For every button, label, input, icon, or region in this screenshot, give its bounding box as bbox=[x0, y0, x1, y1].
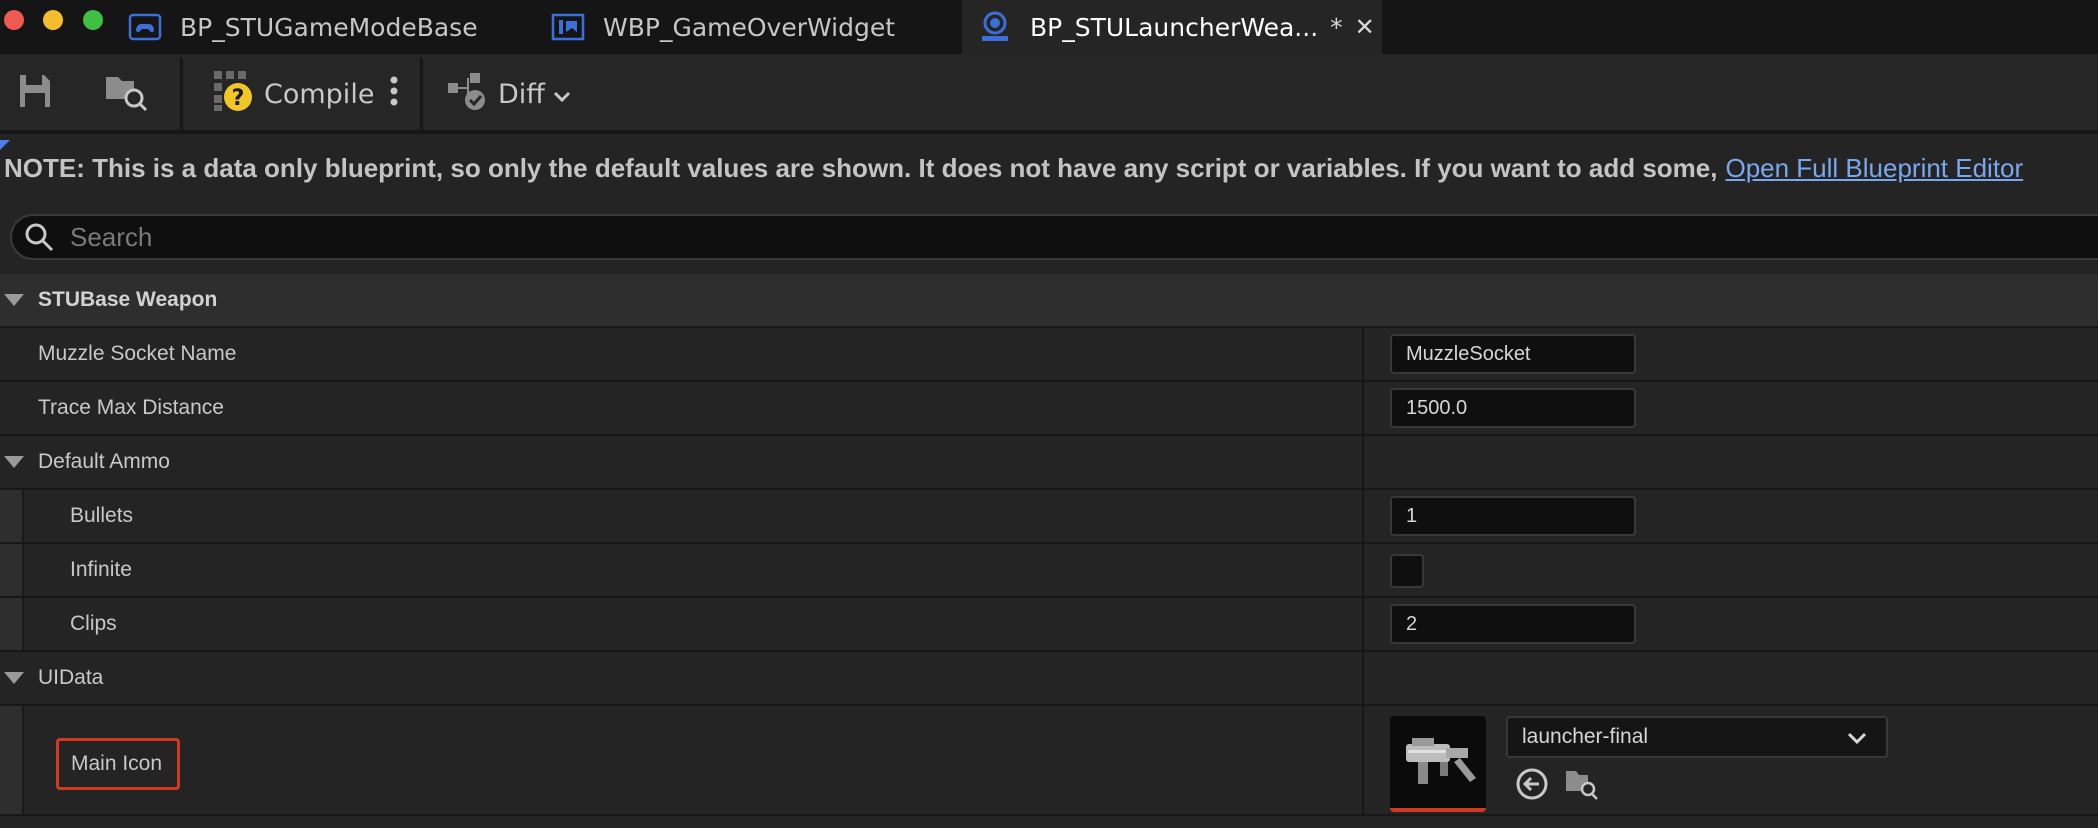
close-window-button[interactable] bbox=[4, 10, 24, 30]
save-button[interactable] bbox=[18, 66, 58, 122]
indent-guide bbox=[0, 598, 24, 650]
diff-label: Diff bbox=[498, 78, 545, 110]
compile-label: Compile bbox=[264, 78, 375, 110]
widget-blueprint-icon bbox=[551, 10, 585, 44]
property-infinite: Infinite bbox=[0, 544, 2098, 598]
column-splitter[interactable] bbox=[1362, 706, 1364, 814]
category-stubase-weapon[interactable]: STUBase Weapon bbox=[0, 274, 2098, 328]
diff-icon bbox=[446, 71, 490, 118]
launcher-thumbnail-icon bbox=[1406, 738, 1476, 784]
tab-label: WBP_GameOverWidget bbox=[603, 12, 896, 42]
muzzle-socket-name-field[interactable]: MuzzleSocket bbox=[1390, 334, 1636, 374]
browse-icon bbox=[104, 71, 148, 118]
column-splitter[interactable] bbox=[1362, 598, 1364, 650]
unsaved-indicator: * bbox=[1330, 12, 1343, 42]
property-label: Bullets bbox=[70, 504, 134, 527]
property-clips: Clips 2 bbox=[0, 598, 2098, 652]
indent-guide bbox=[0, 706, 24, 814]
chevron-down-icon bbox=[1846, 724, 1868, 758]
trace-max-distance-field[interactable]: 1500.0 bbox=[1390, 388, 1636, 428]
save-icon bbox=[18, 73, 52, 116]
indent-guide bbox=[0, 544, 24, 596]
property-muzzle-socket-name: Muzzle Socket Name MuzzleSocket bbox=[0, 328, 2098, 382]
property-label: Trace Max Distance bbox=[38, 396, 224, 419]
minimize-window-button[interactable] bbox=[43, 10, 63, 30]
compile-button[interactable]: ? Compile bbox=[212, 66, 374, 122]
property-label: Clips bbox=[70, 612, 117, 635]
column-splitter[interactable] bbox=[1362, 382, 1364, 434]
tab-label: BP_STULauncherWea... bbox=[1030, 12, 1319, 42]
tab-bp-stulauncherweapon[interactable]: BP_STULauncherWea... * ✕ bbox=[962, 0, 1382, 54]
property-label: Muzzle Socket Name bbox=[38, 342, 237, 365]
toolbar: ? Compile Diff bbox=[0, 54, 2098, 134]
asset-thumbnail[interactable] bbox=[1390, 716, 1486, 812]
property-bullets: Bullets 1 bbox=[0, 490, 2098, 544]
svg-text:?: ? bbox=[232, 86, 245, 111]
category-uidata[interactable]: UIData bbox=[0, 652, 2098, 706]
tab-wbp-gameoverwidget[interactable]: WBP_GameOverWidget bbox=[551, 0, 895, 54]
chevron-down-icon bbox=[553, 79, 571, 110]
use-selected-arrow-icon bbox=[1515, 767, 1549, 805]
title-bar: BP_STUGameModeBase WBP_GameOverWidget BP… bbox=[0, 0, 2098, 54]
gamepad-icon bbox=[128, 10, 162, 44]
asset-picker-dropdown[interactable]: launcher-final bbox=[1506, 716, 1888, 758]
open-full-blueprint-editor-link[interactable]: Open Full Blueprint Editor bbox=[1725, 153, 2023, 183]
infinite-checkbox[interactable] bbox=[1390, 554, 1424, 588]
tab-bp-stugamemodebase[interactable]: BP_STUGameModeBase bbox=[128, 0, 478, 54]
category-label: STUBase Weapon bbox=[38, 288, 218, 311]
search-input[interactable] bbox=[68, 220, 1968, 254]
clips-field[interactable]: 2 bbox=[1390, 604, 1636, 644]
asset-name: launcher-final bbox=[1522, 725, 1649, 748]
category-label: Default Ammo bbox=[38, 450, 170, 473]
diff-button[interactable]: Diff bbox=[446, 66, 571, 122]
expand-arrow-icon[interactable] bbox=[4, 672, 24, 684]
toolbar-separator bbox=[420, 58, 423, 130]
indent-guide bbox=[0, 490, 24, 542]
property-trace-max-distance: Trace Max Distance 1500.0 bbox=[0, 382, 2098, 436]
note-text: NOTE: This is a data only blueprint, so … bbox=[4, 153, 1718, 183]
zoom-window-button[interactable] bbox=[83, 10, 103, 30]
close-tab-icon[interactable]: ✕ bbox=[1355, 13, 1375, 41]
column-splitter[interactable] bbox=[1362, 436, 1364, 488]
data-only-blueprint-note: NOTE: This is a data only blueprint, so … bbox=[4, 148, 2023, 188]
category-default-ammo[interactable]: Default Ammo bbox=[0, 436, 2098, 490]
compile-unknown-icon: ? bbox=[212, 69, 254, 120]
property-main-icon: Main Icon launcher-final bbox=[0, 706, 2098, 816]
tab-label: BP_STUGameModeBase bbox=[180, 12, 478, 42]
details-panel: STUBase Weapon Muzzle Socket Name Muzzle… bbox=[0, 274, 2098, 816]
column-splitter[interactable] bbox=[1362, 544, 1364, 596]
property-label: Infinite bbox=[70, 558, 132, 581]
main-icon-label: Main Icon bbox=[56, 738, 180, 790]
kebab-menu-icon bbox=[390, 76, 398, 113]
details-search-box bbox=[10, 214, 2098, 260]
column-splitter[interactable] bbox=[1362, 652, 1364, 704]
column-splitter[interactable] bbox=[1362, 328, 1364, 380]
compile-options-button[interactable] bbox=[384, 66, 404, 122]
search-icon bbox=[22, 220, 56, 254]
browse-to-asset-button[interactable] bbox=[1564, 768, 1600, 804]
actor-blueprint-icon bbox=[978, 10, 1012, 44]
column-splitter[interactable] bbox=[1362, 490, 1364, 542]
expand-arrow-icon[interactable] bbox=[4, 294, 24, 306]
bullets-field[interactable]: 1 bbox=[1390, 496, 1636, 536]
browse-icon bbox=[1564, 767, 1600, 805]
browse-button[interactable] bbox=[104, 66, 148, 122]
expand-arrow-icon[interactable] bbox=[4, 456, 24, 468]
toolbar-separator bbox=[180, 58, 183, 130]
use-selected-asset-button[interactable] bbox=[1514, 768, 1550, 804]
category-label: UIData bbox=[38, 666, 104, 689]
